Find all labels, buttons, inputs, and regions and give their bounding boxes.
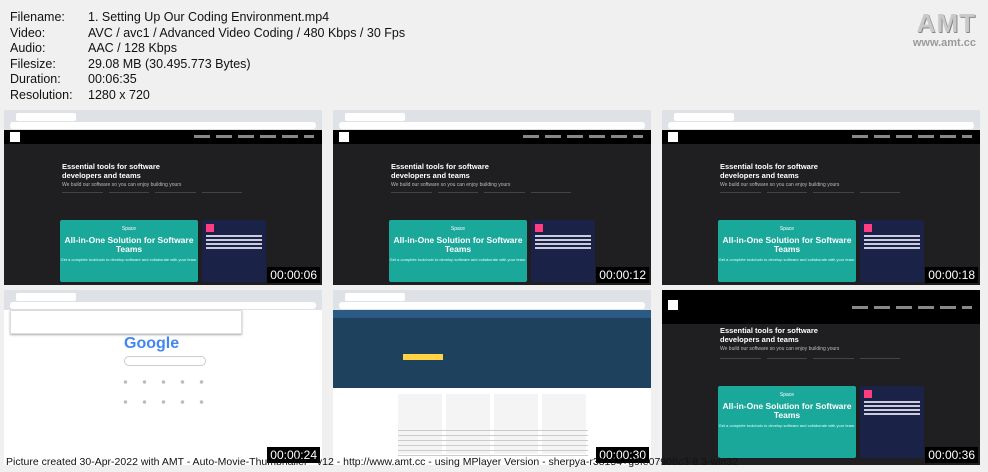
headline: Essential tools for software developers … [720, 162, 818, 180]
space-banner: Space All-in-One Solution for Software Te… [389, 220, 527, 282]
idea-banner [202, 220, 266, 282]
logo-text: AMT [916, 8, 976, 38]
space-banner: Space All-in-One Solution for Software Te… [718, 386, 856, 458]
info-label: Resolution: [10, 87, 73, 102]
headline: Essential tools for software developers … [391, 162, 489, 180]
info-label: Filesize: [10, 56, 56, 71]
thumbnail-3[interactable]: Essential tools for software developers … [662, 110, 980, 285]
info-label: Filename: [10, 10, 65, 24]
info-label: Duration: [10, 72, 61, 86]
info-label: Video: [10, 25, 46, 40]
headline: Essential tools for software developers … [62, 162, 160, 180]
amt-logo: AMT www.amt.cc [913, 8, 976, 49]
thumbnail-1[interactable]: Essential tools for software developers … [4, 110, 322, 285]
info-value: 1280 x 720 [88, 87, 150, 102]
google-logo: Google [124, 335, 180, 352]
jetbrains-logo-icon [668, 300, 678, 310]
jetbrains-nav [4, 130, 322, 144]
subheadline: We build our software so you can enjoy b… [62, 182, 182, 188]
info-value: AVC / avc1 / Advanced Video Coding / 480… [88, 25, 406, 40]
intellij-icon [864, 224, 872, 232]
thumbnail-5[interactable]: 00:00:30 [333, 290, 651, 465]
timestamp: 00:00:06 [267, 267, 320, 283]
timestamp: 00:00:12 [596, 267, 649, 283]
file-info: Filename: 1. Setting Up Our Coding Enviro… [10, 10, 405, 103]
logo-url: www.amt.cc [912, 37, 976, 49]
address-suggestions [10, 310, 242, 334]
learn-more-button [403, 354, 443, 360]
intellij-icon [206, 224, 214, 232]
subheadline: We build our software so you can enjoy b… [720, 182, 840, 188]
headline: Essential tools for software developers … [720, 326, 818, 344]
search-input [124, 356, 206, 366]
timestamp: 00:00:36 [925, 447, 978, 463]
python-hero [333, 318, 651, 388]
thumbnail-4[interactable]: Google 00:00:24 [4, 290, 322, 465]
jetbrains-logo-icon [668, 132, 678, 142]
info-label: Audio: [10, 41, 46, 55]
jetbrains-logo-icon [10, 132, 20, 142]
intellij-icon [864, 390, 872, 398]
info-value: 00:06:35 [88, 72, 137, 86]
thumbnail-2[interactable]: Essential tools for software developers … [333, 110, 651, 285]
space-banner: Space All-in-One Solution for Software Te… [60, 220, 198, 282]
browser-chrome [4, 110, 322, 130]
info-value: AAC / 128 Kbps [88, 41, 177, 55]
footer-credit: Picture created 30-Apr-2022 with AMT - A… [6, 456, 738, 468]
subheadline: We build our software so you can enjoy b… [391, 182, 511, 188]
subheadline: We build our software so you can enjoy b… [720, 346, 840, 352]
info-value: 1. Setting Up Our Coding Environment.mp4 [88, 10, 330, 24]
info-value: 29.08 MB (30.495.773 Bytes) [88, 56, 251, 71]
shortcut-tiles [116, 372, 212, 412]
thumbnail-6[interactable]: Essential tools for software developers … [662, 290, 980, 465]
intellij-icon [535, 224, 543, 232]
space-banner: Space All-in-One Solution for Software Te… [718, 220, 856, 282]
timestamp: 00:00:18 [925, 267, 978, 283]
jetbrains-logo-icon [339, 132, 349, 142]
